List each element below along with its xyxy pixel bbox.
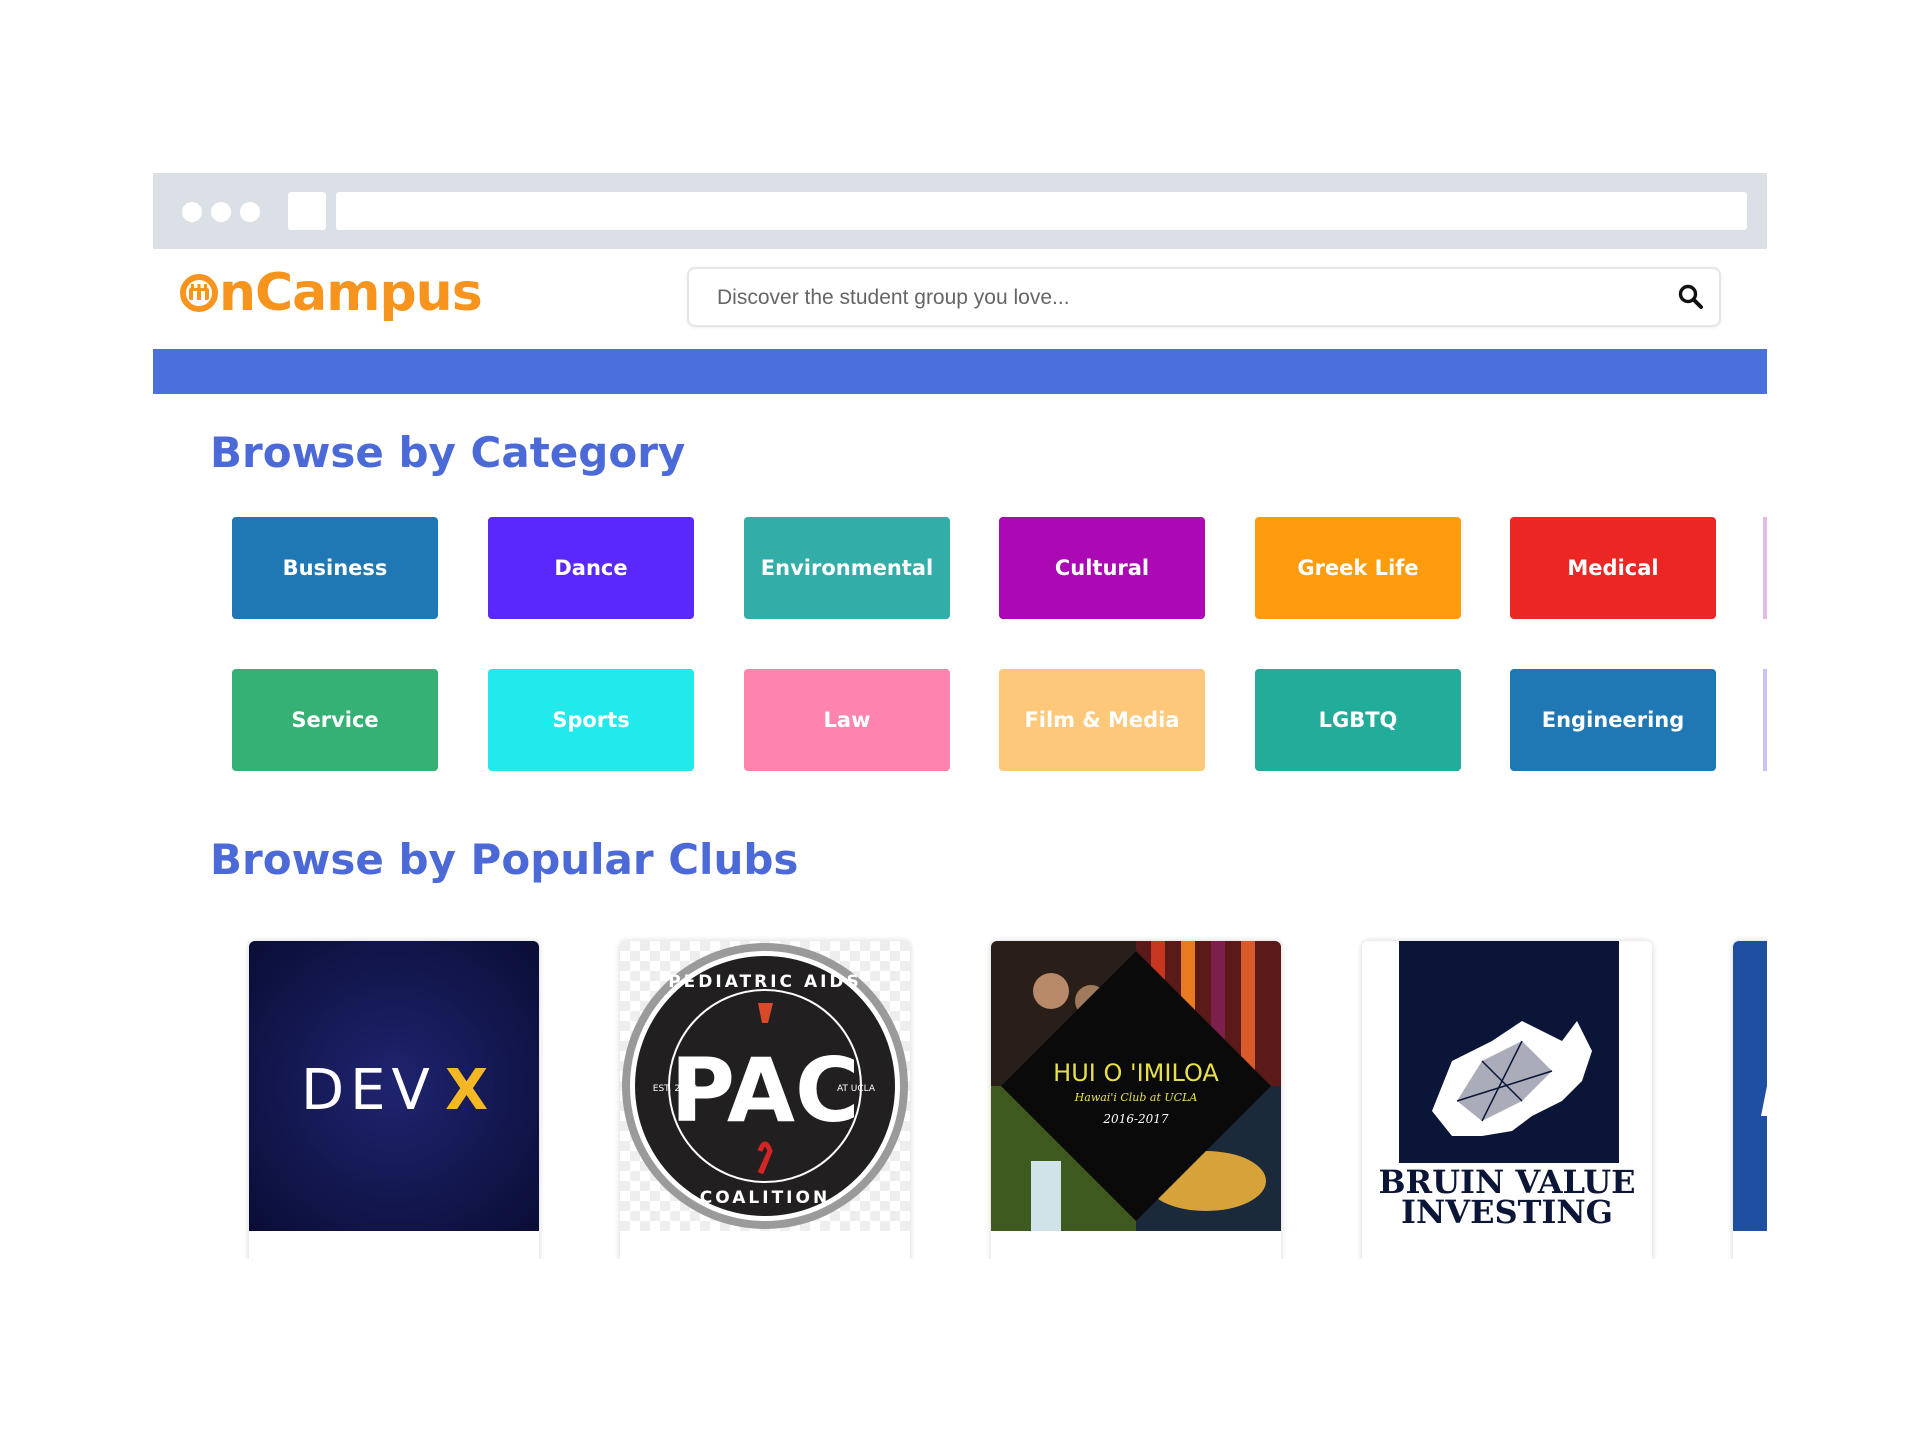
category-environmental[interactable]: Environmental [744, 517, 950, 619]
nav-band [153, 349, 1767, 394]
browse-popular-title: Browse by Popular Clubs [210, 835, 799, 884]
club-card-devx[interactable]: DEV X [249, 941, 539, 1259]
category-label: Greek Life [1297, 556, 1419, 580]
category-label: Service [291, 708, 379, 732]
hui-o-imiloa-logo-image: HUI O 'IMILOA Hawai'i Club at UCLA 2016-… [991, 941, 1281, 1231]
pac-logo-text: PAC [670, 1039, 859, 1142]
browser-toolbar [153, 173, 1767, 249]
category-label: Cultural [1054, 556, 1150, 580]
category-service[interactable]: Service [232, 669, 438, 771]
pac-ring-bottom: COALITION [700, 1188, 830, 1208]
search-bar [687, 267, 1721, 327]
oncampus-o-icon [180, 274, 218, 312]
category-label: Business [282, 556, 388, 580]
category-label: Sports [552, 708, 630, 732]
category-partial-tile[interactable] [1763, 669, 1767, 771]
club-card-hui-o-imiloa[interactable]: HUI O 'IMILOA Hawai'i Club at UCLA 2016-… [991, 941, 1281, 1259]
devx-logo-x: X [445, 1058, 488, 1123]
club-card-bruin-value-investing[interactable]: BRUIN VALUE INVESTING [1362, 941, 1652, 1259]
category-label: Film & Media [1024, 708, 1180, 732]
category-film-media[interactable]: Film & Media [999, 669, 1205, 771]
hui-logo-years: 2016-2017 [1102, 1112, 1168, 1126]
hui-logo-sub: Hawai'i Club at UCLA [1074, 1091, 1198, 1104]
browser-tab[interactable] [288, 192, 326, 230]
hui-logo-text: HUI O 'IMILOA [1053, 1059, 1219, 1087]
category-label: LGBTQ [1318, 708, 1398, 732]
category-dance[interactable]: Dance [488, 517, 694, 619]
devx-logo-image: DEV X [249, 941, 539, 1231]
category-partial-tile[interactable] [1763, 517, 1767, 619]
devx-logo-text: DEV [301, 1058, 436, 1123]
window-dot-1[interactable] [182, 202, 202, 222]
category-greek-life[interactable]: Greek Life [1255, 517, 1461, 619]
category-business[interactable]: Business [232, 517, 438, 619]
logo-text: nCampus [219, 263, 483, 323]
address-bar[interactable] [336, 192, 1747, 230]
club-card-pac[interactable]: PEDIATRIC AIDS COALITION PAC EST. 2010 A… [620, 941, 910, 1259]
pac-logo-image: PEDIATRIC AIDS COALITION PAC EST. 2010 A… [620, 941, 910, 1231]
category-engineering[interactable]: Engineering [1510, 669, 1716, 771]
search-input[interactable] [715, 269, 1659, 327]
category-medical[interactable]: Medical [1510, 517, 1716, 619]
bvi-logo-line-2: INVESTING [1401, 1193, 1613, 1231]
browse-category-title: Browse by Category [210, 428, 686, 477]
browser-window: nCampus Browse by Category Business Danc… [153, 173, 1767, 1259]
category-lgbtq[interactable]: LGBTQ [1255, 669, 1461, 771]
oncampus-logo[interactable]: nCampus [179, 263, 483, 323]
search-icon[interactable] [1677, 283, 1705, 311]
category-cultural[interactable]: Cultural [999, 517, 1205, 619]
pac-ring-top: PEDIATRIC AIDS [668, 972, 862, 992]
pac-est: EST. 2010 [653, 1084, 698, 1094]
window-dot-2[interactable] [211, 202, 231, 222]
category-label: Dance [554, 556, 628, 580]
window-dot-3[interactable] [240, 202, 260, 222]
category-label: Environmental [760, 556, 934, 580]
club-card-partial[interactable] [1733, 941, 1767, 1259]
category-sports[interactable]: Sports [488, 669, 694, 771]
category-label: Medical [1567, 556, 1659, 580]
category-law[interactable]: Law [744, 669, 950, 771]
category-label: Law [823, 708, 871, 732]
site-header: nCampus [153, 249, 1767, 349]
bruin-value-investing-logo-image: BRUIN VALUE INVESTING [1362, 941, 1652, 1231]
pac-at: AT UCLA [837, 1084, 876, 1094]
category-label: Engineering [1541, 708, 1685, 732]
partial-club-logo-image [1733, 941, 1767, 1231]
